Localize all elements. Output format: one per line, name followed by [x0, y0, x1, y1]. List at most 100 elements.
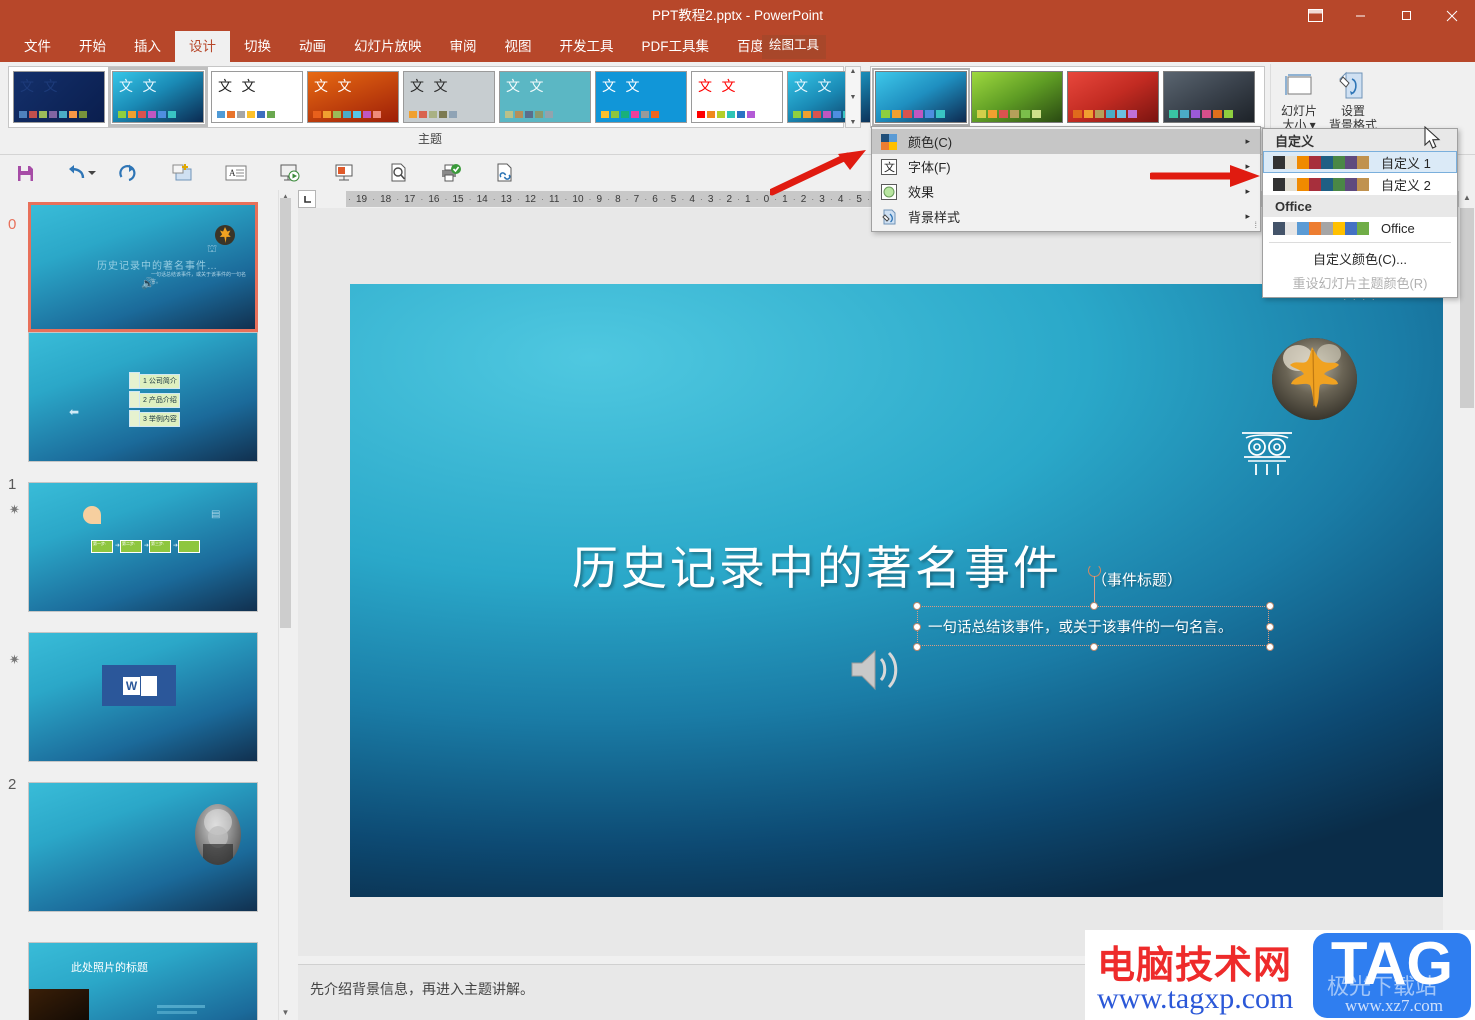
theme-swatch: [545, 111, 553, 118]
theme-thumbnail-5[interactable]: 文 文: [499, 71, 591, 123]
color-scheme-Office[interactable]: Office: [1263, 217, 1457, 239]
tab-5[interactable]: 动画: [285, 31, 340, 62]
resize-handle-e[interactable]: [1266, 623, 1274, 631]
subtitle-text[interactable]: 一句话总结该事件，或关于该事件的一句名言。: [928, 616, 1233, 637]
new-slide-icon[interactable]: [168, 160, 198, 186]
tab-0[interactable]: 文件: [10, 31, 65, 62]
left-tab-stop-icon[interactable]: [298, 190, 316, 208]
slide-thumb-3[interactable]: 3✷W: [9, 632, 258, 762]
maximize-button[interactable]: [1383, 0, 1429, 31]
ribbon-display-options-icon[interactable]: [1295, 0, 1335, 31]
slide-thumb-0[interactable]: 0 历史记录中的著名事件… 一句话总结该事件，或关于该事件的一句名言。 ⛫ 🔊: [8, 202, 258, 332]
save-icon[interactable]: [10, 160, 40, 186]
slides-scroll-down-icon[interactable]: ▼: [280, 1006, 291, 1020]
start-slideshow-icon[interactable]: [275, 160, 305, 186]
slide-title-text[interactable]: 历史记录中的著名事件: [572, 532, 1062, 598]
tab-10[interactable]: PDF工具集: [628, 31, 724, 62]
minimize-button[interactable]: [1337, 0, 1383, 31]
slides-panel-scrollbar[interactable]: ▲ ▼: [278, 190, 292, 1020]
gallery-scroll-up-icon[interactable]: ▲: [850, 68, 857, 75]
menu-item-3[interactable]: 背景样式 ▸: [872, 204, 1260, 229]
menu-item-0[interactable]: 颜色(C) ▸: [872, 129, 1260, 154]
print-check-icon[interactable]: [436, 160, 466, 186]
hyperlink-icon[interactable]: [490, 160, 520, 186]
variant-dark[interactable]: [1163, 71, 1255, 123]
theme-thumbnail-1[interactable]: 文 文: [108, 67, 208, 127]
redo-icon[interactable]: [113, 160, 143, 186]
tab-8[interactable]: 视图: [491, 31, 546, 62]
main-vertical-scrollbar[interactable]: ▲ ▼: [1459, 190, 1475, 965]
tab-1[interactable]: 开始: [65, 31, 120, 62]
scroll-up-icon[interactable]: ▲: [1459, 190, 1475, 206]
theme-thumbnail-8[interactable]: 文 文: [787, 71, 879, 123]
notes-text[interactable]: 先介绍背景信息，再进入主题讲解。: [310, 981, 534, 997]
gallery-more-icon[interactable]: ▼: [850, 119, 857, 126]
scroll-thumb[interactable]: [1460, 208, 1474, 408]
theme-sample-text: 文 文: [410, 80, 451, 95]
theme-thumbnail-2[interactable]: 文 文: [211, 71, 303, 123]
theme-thumbnail-4[interactable]: 文 文: [403, 71, 495, 123]
theme-thumbnail-7[interactable]: 文 文: [691, 71, 783, 123]
tab-6[interactable]: 幻灯片放映: [340, 31, 436, 62]
greek-column-icon[interactable]: [1238, 428, 1296, 476]
undo-dropdown-icon[interactable]: [86, 160, 98, 186]
theme-thumbnail-6[interactable]: 文 文: [595, 71, 687, 123]
resize-handle-ne[interactable]: [1266, 602, 1274, 610]
format-background-button[interactable]: 设置 背景格式: [1327, 68, 1379, 132]
variant-swatch: [999, 110, 1008, 118]
slide-thumb-1[interactable]: 1 ⬅ 1 公司简介 2 产品介绍 3 举例内容: [8, 332, 258, 493]
submenu-resize-grip[interactable]: · · · ·: [1263, 294, 1457, 304]
slide-preview[interactable]: 历史记录中的著名事件… 一句话总结该事件，或关于该事件的一句名言。 ⛫ 🔊: [28, 202, 258, 332]
resize-handle-w[interactable]: [913, 623, 921, 631]
theme-swatch: [747, 111, 755, 118]
slide-preview[interactable]: [28, 782, 258, 912]
tab-7[interactable]: 审阅: [436, 31, 491, 62]
resize-handle-sw[interactable]: [913, 643, 921, 651]
color-scheme-自定义-1[interactable]: 自定义 1: [1263, 151, 1457, 173]
tab-4[interactable]: 切换: [230, 31, 285, 62]
gallery-scroll-down-icon[interactable]: ▼: [850, 94, 857, 101]
theme-colors-submenu[interactable]: 自定义 自定义 1 自定义 2 Office Office 自定义颜色(C)... 重设幻灯…: [1262, 128, 1458, 304]
tab-9[interactable]: 开发工具: [546, 31, 628, 62]
present-icon[interactable]: [330, 160, 360, 186]
slides-scroll-thumb[interactable]: [280, 198, 291, 628]
slide-thumb-4[interactable]: 4: [28, 782, 258, 912]
audio-speaker-icon[interactable]: [848, 644, 906, 696]
resize-handle-se[interactable]: [1266, 643, 1274, 651]
variant-green[interactable]: [971, 71, 1063, 123]
tab-3[interactable]: 设计: [175, 31, 230, 62]
resize-handle-n[interactable]: [1090, 602, 1098, 610]
variant-red[interactable]: [1067, 71, 1159, 123]
print-preview-icon[interactable]: [384, 160, 414, 186]
variants-gallery[interactable]: [870, 66, 1265, 128]
slide-size-button[interactable]: 幻灯片 大小 ▾: [1273, 68, 1325, 132]
slide-preview[interactable]: W: [28, 632, 258, 762]
slide-preview[interactable]: ▤ 第一步: ➜ 第二步: ➜ 第三步: ➜: [28, 482, 258, 612]
slide-thumb-2[interactable]: 2 ✷ ▤ 第一步: ➜ 第二步: ➜ 第三步: ➜: [8, 482, 258, 793]
slide-thumb-5[interactable]: 5此处照片的标题: [28, 942, 258, 1020]
resize-handle-nw[interactable]: [913, 602, 921, 610]
resize-handle-s[interactable]: [1090, 643, 1098, 651]
menu-resize-grip[interactable]: ⁞: [1254, 220, 1257, 230]
variant-swatch: [1073, 110, 1082, 118]
tab-2[interactable]: 插入: [120, 31, 175, 62]
themes-gallery[interactable]: 文 文文 文文 文文 文文 文文 文文 文文 文文 文: [8, 66, 879, 128]
current-slide-canvas[interactable]: 历史记录中的著名事件 （事件标题） 一句话总结该事件，或关于该事件的一句名言。: [350, 284, 1443, 897]
theme-thumbnail-0[interactable]: 文 文: [13, 71, 105, 123]
slide-preview[interactable]: ⬅ 1 公司简介 2 产品介绍 3 举例内容: [28, 332, 258, 462]
theme-swatch: [333, 111, 341, 118]
themes-gallery-scroll[interactable]: ▲ ▼ ▼: [845, 66, 861, 128]
thumb-column-icon: ⛫: [207, 243, 218, 255]
subtitle-placeholder[interactable]: 一句话总结该事件，或关于该事件的一句名言。: [913, 602, 1274, 651]
theme-thumbnail-3[interactable]: 文 文: [307, 71, 399, 123]
color-scheme-自定义-2[interactable]: 自定义 2: [1263, 173, 1457, 195]
variant-blue[interactable]: [872, 68, 970, 126]
text-box-icon[interactable]: A: [221, 160, 251, 186]
thumb-list-item: 1 公司简介: [143, 378, 177, 385]
slide-title-suffix[interactable]: （事件标题）: [1092, 569, 1182, 590]
autumn-leaf-photo[interactable]: [1272, 338, 1357, 420]
custom-colors-menu-item[interactable]: 自定义颜色(C)...: [1263, 246, 1457, 270]
slide-preview[interactable]: 此处照片的标题: [28, 942, 258, 1020]
close-button[interactable]: [1429, 0, 1475, 31]
slides-thumbnail-panel[interactable]: 0 历史记录中的著名事件… 一句话总结该事件，或关于该事件的一句名言。 ⛫ 🔊 1 ⬅ 1 公…: [0, 190, 282, 1020]
